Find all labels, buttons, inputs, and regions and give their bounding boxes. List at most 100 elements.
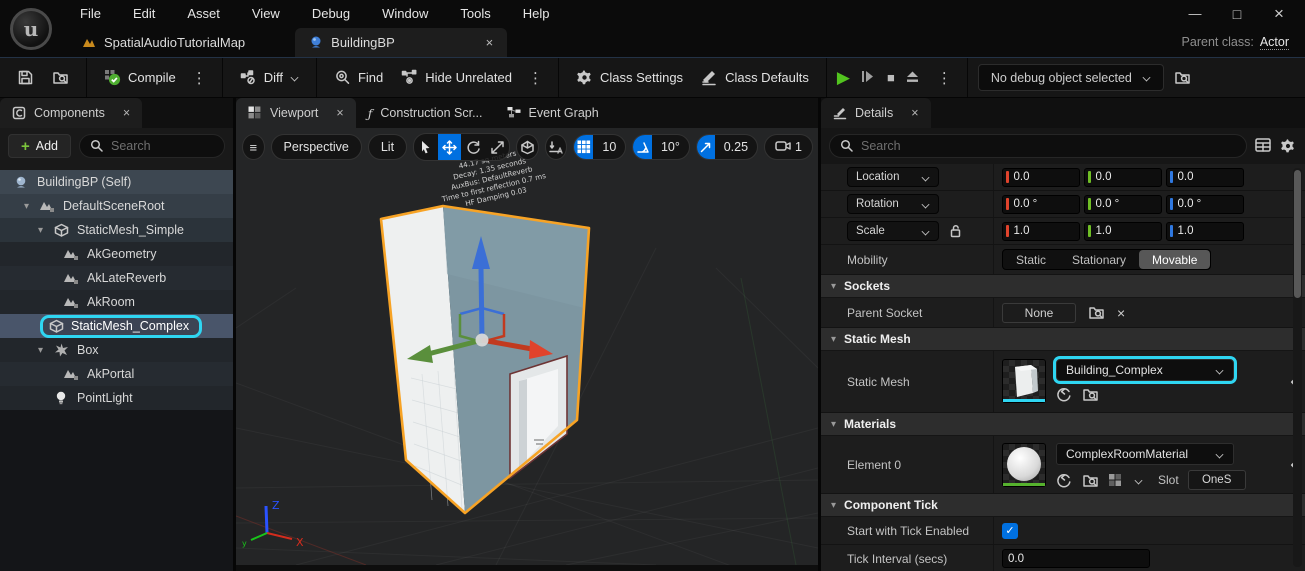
parent-socket-value-button[interactable]: None	[1002, 303, 1076, 323]
components-search-input[interactable]	[111, 139, 214, 153]
menu-asset[interactable]: Asset	[175, 2, 232, 25]
tree-item-pointlight[interactable]: PointLight	[0, 386, 233, 410]
compile-options-kebab[interactable]: ⋮	[187, 69, 212, 87]
details-search[interactable]	[829, 134, 1247, 158]
use-selected-asset-icon[interactable]	[1056, 472, 1073, 489]
chevron-down-icon[interactable]	[1134, 476, 1143, 485]
surface-snapping-button[interactable]	[545, 134, 568, 160]
details-scrollbar[interactable]	[1293, 168, 1302, 567]
rotation-dropdown[interactable]: Rotation	[847, 194, 939, 214]
lock-open-icon[interactable]	[949, 224, 963, 238]
start-with-tick-checkbox[interactable]: ✓	[1002, 523, 1018, 539]
property-matrix-icon[interactable]	[1255, 138, 1272, 155]
tree-item-staticmesh-simple[interactable]: ▾ StaticMesh_Simple	[0, 218, 233, 242]
grid-snap-icon[interactable]	[574, 134, 593, 160]
static-mesh-asset-dropdown[interactable]: Building_Complex	[1056, 359, 1234, 381]
rotation-x-field[interactable]: 0.0 °	[1002, 195, 1080, 214]
menu-debug[interactable]: Debug	[300, 2, 362, 25]
expander-icon[interactable]: ▾	[38, 225, 52, 236]
clear-socket-icon[interactable]: ×	[1117, 305, 1125, 321]
rotation-snap-value[interactable]: 10°	[652, 140, 689, 154]
angle-snap-icon[interactable]	[633, 134, 652, 160]
close-icon[interactable]: ×	[336, 106, 343, 120]
debug-object-dropdown[interactable]: No debug object selected	[978, 64, 1164, 91]
tree-item-akroom[interactable]: AkRoom	[0, 290, 233, 314]
tab-components[interactable]: Components ×	[0, 98, 142, 128]
location-y-field[interactable]: 0.0	[1084, 168, 1162, 187]
minimize-button[interactable]: —	[1187, 6, 1203, 21]
menu-view[interactable]: View	[240, 2, 292, 25]
scale-dropdown[interactable]: Scale	[847, 221, 939, 241]
world-local-space-button[interactable]	[516, 134, 539, 160]
close-button[interactable]: ×	[1271, 4, 1287, 24]
location-z-field[interactable]: 0.0	[1166, 168, 1244, 187]
materials-section-header[interactable]: ▾ Materials	[821, 413, 1305, 436]
close-icon[interactable]: ×	[911, 106, 918, 120]
location-dropdown[interactable]: Location	[847, 167, 939, 187]
menu-file[interactable]: File	[68, 2, 113, 25]
tab-event-graph[interactable]: Event Graph	[495, 98, 611, 128]
static-mesh-section-header[interactable]: ▾ Static Mesh	[821, 328, 1305, 351]
hide-unrelated-button[interactable]: Hide Unrelated	[394, 64, 519, 91]
eject-button[interactable]	[905, 69, 922, 86]
tab-spatialaudiotutorialmap[interactable]: SpatialAudioTutorialMap	[68, 28, 259, 57]
hide-unrelated-kebab[interactable]: ⋮	[523, 69, 548, 87]
tree-item-akgeometry[interactable]: AkGeometry	[0, 242, 233, 266]
viewport-options-button[interactable]: ≡	[242, 134, 265, 160]
material-options-icon[interactable]	[1108, 472, 1125, 489]
scrollbar-thumb[interactable]	[1294, 170, 1301, 298]
tree-item-staticmesh-complex[interactable]: StaticMesh_Complex	[0, 314, 233, 338]
class-settings-button[interactable]: Class Settings	[569, 64, 690, 91]
rotation-snap-control[interactable]: 10°	[632, 134, 690, 160]
perspective-dropdown[interactable]: Perspective	[271, 134, 362, 160]
select-tool-button[interactable]	[414, 134, 437, 160]
grid-snap-value[interactable]: 10	[593, 140, 625, 154]
tree-item-akportal[interactable]: AkPortal	[0, 362, 233, 386]
tree-item-box[interactable]: ▾ Box	[0, 338, 233, 362]
location-x-field[interactable]: 0.0	[1002, 168, 1080, 187]
debug-browse-icon[interactable]	[1174, 69, 1191, 86]
viewport-3d-scene[interactable]: 44.17 sq meters Decay: 1.35 seconds AuxB…	[236, 128, 818, 571]
tree-item-buildingbp-self[interactable]: BuildingBP (Self)	[0, 170, 233, 194]
static-mesh-thumbnail[interactable]	[1002, 359, 1046, 403]
stop-button[interactable]: ■	[887, 71, 895, 84]
sockets-section-header[interactable]: ▾ Sockets	[821, 275, 1305, 298]
use-selected-asset-icon[interactable]	[1056, 386, 1073, 403]
components-search[interactable]	[79, 134, 225, 158]
scale-snap-control[interactable]: 0.25	[696, 134, 758, 160]
frame-skip-button[interactable]	[860, 69, 877, 86]
material-asset-dropdown[interactable]: ComplexRoomMaterial	[1056, 443, 1234, 465]
close-icon[interactable]: ×	[123, 106, 130, 120]
rotation-y-field[interactable]: 0.0 °	[1084, 195, 1162, 214]
scale-snap-value[interactable]: 0.25	[715, 140, 757, 154]
material-thumbnail[interactable]	[1002, 443, 1046, 487]
browse-to-asset-icon[interactable]	[1082, 472, 1099, 489]
browse-socket-icon[interactable]	[1088, 304, 1105, 321]
mobility-stationary[interactable]: Stationary	[1059, 250, 1139, 269]
add-component-button[interactable]: + Add	[8, 134, 71, 158]
class-defaults-button[interactable]: Class Defaults	[694, 64, 816, 91]
tab-buildingbp[interactable]: BuildingBP ×	[295, 28, 507, 57]
view-mode-dropdown[interactable]: Lit	[368, 134, 407, 160]
grid-snap-control[interactable]: 10	[573, 134, 626, 160]
rotate-tool-button[interactable]	[462, 134, 485, 160]
browse-asset-button[interactable]	[45, 64, 76, 91]
expander-icon[interactable]: ▾	[38, 345, 52, 356]
scale-snap-icon[interactable]	[697, 134, 715, 160]
tab-viewport[interactable]: Viewport ×	[236, 98, 356, 128]
compile-button[interactable]: Compile	[97, 64, 183, 91]
tab-construction-script[interactable]: ƒ Construction Scr...	[356, 98, 495, 128]
diff-button[interactable]: Diff	[233, 64, 306, 91]
tree-item-aklatereverb[interactable]: AkLateReverb	[0, 266, 233, 290]
menu-help[interactable]: Help	[511, 2, 562, 25]
scale-x-field[interactable]: 1.0	[1002, 222, 1080, 241]
camera-speed-control[interactable]: 1	[764, 134, 813, 160]
details-settings-gear-icon[interactable]	[1280, 138, 1297, 155]
tree-item-defaultsceneroot[interactable]: ▾ DefaultSceneRoot	[0, 194, 233, 218]
scale-z-field[interactable]: 1.0	[1166, 222, 1244, 241]
component-tick-section-header[interactable]: ▾ Component Tick	[821, 494, 1305, 517]
menu-edit[interactable]: Edit	[121, 2, 167, 25]
save-button[interactable]	[10, 64, 41, 91]
play-button[interactable]: ▶	[837, 69, 850, 86]
move-tool-button[interactable]	[438, 134, 461, 160]
